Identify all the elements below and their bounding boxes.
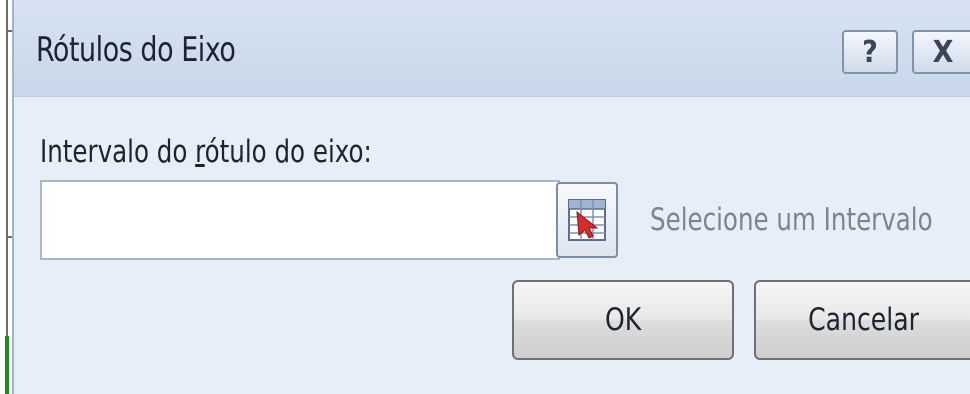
range-hint-text: Selecione um Intervalo	[650, 202, 933, 238]
close-icon: X	[932, 34, 954, 70]
cancel-button[interactable]: Cancelar	[754, 280, 970, 360]
range-select-icon	[568, 199, 606, 241]
help-icon: ?	[862, 34, 878, 70]
title-bar: Rótulos do Eixo ? X	[14, 0, 970, 97]
axis-label-range-input[interactable]	[40, 180, 560, 260]
axis-labels-dialog: Rótulos do Eixo ? X Intervalo do rótulo …	[12, 0, 970, 394]
help-button[interactable]: ?	[842, 30, 898, 74]
range-label: Intervalo do rótulo do eixo:	[40, 134, 372, 170]
ok-button[interactable]: OK	[512, 280, 734, 360]
dialog-title: Rótulos do Eixo	[36, 30, 236, 70]
close-button[interactable]: X	[912, 30, 970, 74]
background-edge	[0, 0, 14, 394]
range-select-button[interactable]	[556, 182, 618, 258]
